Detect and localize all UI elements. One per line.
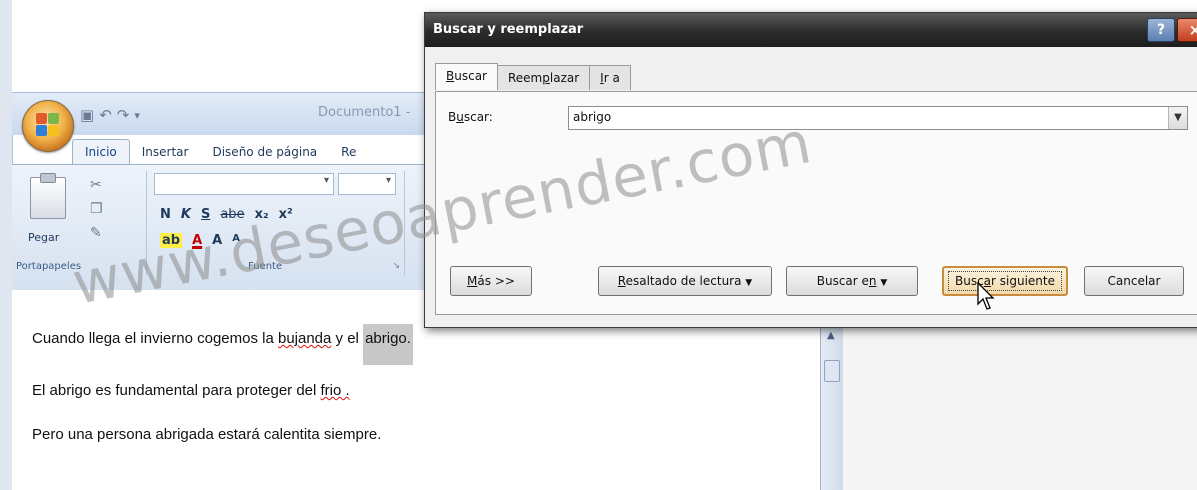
label-part: ás >> <box>477 274 515 288</box>
cut-icon[interactable]: ✂ <box>90 177 102 193</box>
tab-label: r a <box>603 71 620 85</box>
tab-insertar[interactable]: Insertar <box>130 140 201 164</box>
label-accel: u <box>456 110 464 124</box>
tab-label: Reem <box>507 71 543 85</box>
button-label: Cancelar <box>1107 274 1161 288</box>
find-label: Buscar: <box>448 110 493 124</box>
label-part: B <box>448 110 457 124</box>
help-button[interactable]: ? <box>1147 18 1175 42</box>
desktop-area <box>12 0 432 92</box>
tab-diseno-pagina[interactable]: Diseño de página <box>200 140 329 164</box>
highlight-icon[interactable]: ab <box>160 233 183 248</box>
quick-access-toolbar: ▣ ↶ ↷ ▾ <box>80 104 140 126</box>
label-part: esaltado de lectura <box>625 274 742 288</box>
paste-icon[interactable] <box>30 173 66 219</box>
tab-ir-a[interactable]: Ir a <box>589 65 631 90</box>
selected-text: abrigo. <box>363 324 413 365</box>
redo-icon[interactable]: ↷ <box>117 106 130 124</box>
dialog-title: Buscar y reemplazar <box>433 22 584 37</box>
font-group-label: Fuente <box>248 261 283 272</box>
format-painter-icon[interactable]: ✎ <box>90 225 102 241</box>
find-replace-dialog: Buscar y reemplazar ? × Buscar Reemplaza… <box>424 12 1197 328</box>
tab-label: lazar <box>549 71 580 85</box>
customize-qat-icon[interactable]: ▾ <box>134 109 140 122</box>
subscript-button[interactable]: x₂ <box>255 207 269 222</box>
document-line-3: Pero una persona abrigada estará calenti… <box>32 426 382 443</box>
find-next-button[interactable]: Buscar siguiente <box>942 266 1068 296</box>
grow-font-button[interactable]: A <box>212 233 222 248</box>
label-part: Buscar e <box>816 274 869 288</box>
shrink-font-button[interactable]: A <box>232 233 240 248</box>
document-title: Documento1 - <box>318 105 411 120</box>
mouse-cursor-icon <box>977 282 995 310</box>
scroll-thumb[interactable] <box>824 360 840 382</box>
tab-reemplazar[interactable]: Reemplazar <box>496 65 591 90</box>
save-icon[interactable]: ▣ <box>80 106 94 124</box>
find-input[interactable]: abrigo ▼ <box>568 106 1188 130</box>
button-label: Buscar siguiente <box>947 271 1062 291</box>
label-accel: M <box>467 274 478 288</box>
dialog-title-bar[interactable]: Buscar y reemplazar ? × <box>425 13 1197 47</box>
tab-label-accel: p <box>542 71 550 85</box>
screen: Documento1 - ▣ ↶ ↷ ▾ Inicio Insertar Dis… <box>0 0 1197 490</box>
tab-referencias[interactable]: Re <box>329 140 368 164</box>
tab-label-accel: B <box>446 69 455 83</box>
tab-label: uscar <box>454 69 487 83</box>
cancel-button[interactable]: Cancelar <box>1084 266 1184 296</box>
bold-button[interactable]: N <box>160 207 171 222</box>
office-button[interactable] <box>22 100 74 152</box>
label-accel: n <box>868 274 877 288</box>
button-label: Buscar en ▼ <box>810 271 895 291</box>
office-logo-icon <box>36 113 60 137</box>
format-buttons-row-2: ab A A A <box>160 233 240 248</box>
format-buttons-row: N K S abe x₂ x² <box>160 207 293 222</box>
chevron-down-icon: ▾ <box>323 175 329 186</box>
font-name-combo[interactable]: ▾ <box>154 173 334 195</box>
label-accel: R <box>617 274 626 288</box>
scroll-up-icon[interactable]: ▲ <box>827 330 835 341</box>
find-input-value: abrigo <box>573 110 612 124</box>
text-run: Cuando llega el invierno cogemos la <box>32 330 278 347</box>
ribbon-tabs: Inicio Insertar Diseño de página Re <box>72 136 368 164</box>
clipboard-group-label: Portapapeles <box>16 261 82 272</box>
font-size-combo[interactable]: ▾ <box>338 173 396 195</box>
label-part: r siguiente <box>991 274 1055 288</box>
tab-inicio[interactable]: Inicio <box>72 139 130 164</box>
dialog-launcher-icon[interactable]: ↘ <box>392 261 400 271</box>
reading-highlight-button[interactable]: Resaltado de lectura ▼ <box>598 266 772 296</box>
dialog-tabs: Buscar Reemplazar Ir a <box>435 63 631 90</box>
tab-buscar[interactable]: Buscar <box>435 63 498 90</box>
copy-icon[interactable]: ❐ <box>90 201 103 217</box>
label-part: scar: <box>463 110 493 124</box>
superscript-button[interactable]: x² <box>279 207 293 222</box>
chevron-down-icon[interactable]: ▼ <box>1168 107 1187 129</box>
chevron-down-icon: ▼ <box>745 278 753 288</box>
find-panel: Buscar: abrigo ▼ Más >> Resaltado de lec… <box>435 91 1197 315</box>
text-run: El abrigo es fundamental para proteger d… <box>32 382 321 399</box>
paste-label[interactable]: Pegar <box>28 231 59 244</box>
misspelled-word: bujanda <box>277 330 332 347</box>
document-line-2: El abrigo es fundamental para proteger d… <box>32 382 350 399</box>
document-line-1: Cuando llega el invierno cogemos la buja… <box>32 324 413 365</box>
more-button[interactable]: Más >> <box>450 266 532 296</box>
button-label: Resaltado de lectura ▼ <box>611 271 759 291</box>
strikethrough-button[interactable]: abe <box>220 207 244 222</box>
misspelled-word: frio . <box>320 382 350 399</box>
italic-button[interactable]: K <box>181 207 191 222</box>
clipboard-group: Pegar ✂ ❐ ✎ Portapapeles <box>16 171 147 275</box>
undo-icon[interactable]: ↶ <box>99 106 112 124</box>
font-group: ▾ ▾ N K S abe x₂ x² ab A A A Fuente ↘ <box>152 171 405 275</box>
close-button[interactable]: × <box>1177 18 1197 42</box>
find-in-button[interactable]: Buscar en ▼ <box>786 266 918 296</box>
button-label: Más >> <box>460 271 522 291</box>
text-run: y el <box>331 330 364 347</box>
chevron-down-icon: ▾ <box>385 175 391 186</box>
underline-button[interactable]: S <box>201 207 210 222</box>
chevron-down-icon: ▼ <box>880 278 888 288</box>
font-color-button[interactable]: A <box>192 233 202 248</box>
